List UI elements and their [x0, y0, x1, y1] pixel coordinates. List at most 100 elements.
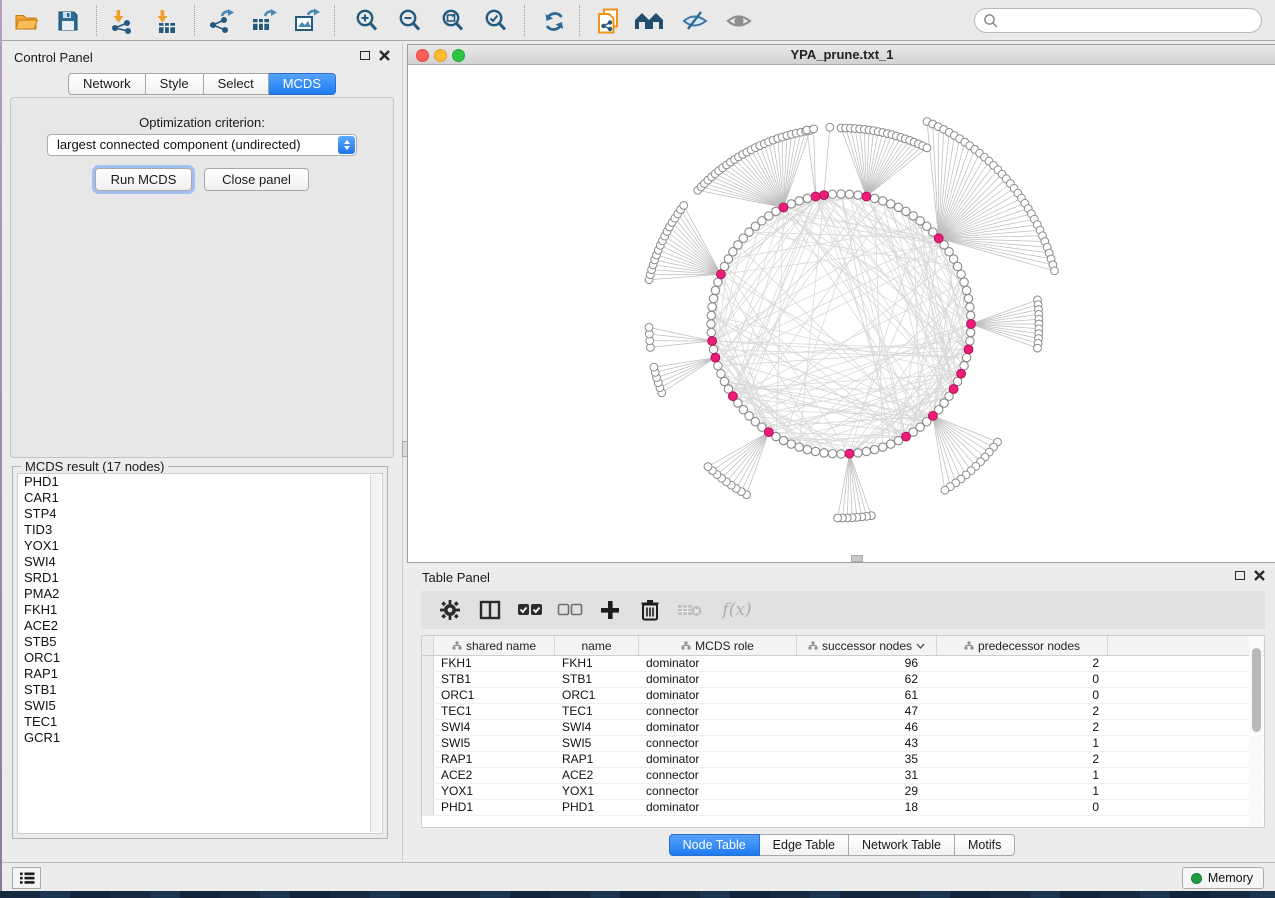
tab-network-table[interactable]: Network Table: [849, 834, 955, 856]
column-header-name[interactable]: name: [555, 636, 639, 655]
export-image-icon[interactable]: [292, 6, 322, 36]
table-scrollbar-thumb[interactable]: [1252, 648, 1261, 732]
result-node[interactable]: RAP1: [18, 666, 382, 682]
import-network-icon[interactable]: [107, 6, 137, 36]
tab-style[interactable]: Style: [146, 73, 204, 95]
table-row[interactable]: SWI5SWI5connector431: [422, 736, 1264, 752]
zoom-selected-icon[interactable]: [481, 6, 511, 36]
table-row[interactable]: SWI4SWI4dominator462: [422, 720, 1264, 736]
tab-select[interactable]: Select: [204, 73, 269, 95]
result-node[interactable]: TID3: [18, 522, 382, 538]
result-node[interactable]: ORC1: [18, 650, 382, 666]
tab-motifs[interactable]: Motifs: [955, 834, 1015, 856]
table-row[interactable]: FKH1FKH1dominator962: [422, 656, 1264, 672]
desktop-edge-bottom: [0, 891, 1275, 898]
table-row[interactable]: STB1STB1dominator620: [422, 672, 1264, 688]
row-header-gutter: [422, 636, 434, 655]
table-row[interactable]: TEC1TEC1connector472: [422, 704, 1264, 720]
network-title: YPA_prune.txt_1: [408, 47, 1275, 62]
show-columns-icon[interactable]: [475, 596, 505, 624]
network-window-titlebar[interactable]: YPA_prune.txt_1: [408, 45, 1275, 65]
table-row[interactable]: ORC1ORC1dominator610: [422, 688, 1264, 704]
cell-successor-nodes: 29: [797, 784, 937, 799]
table-row[interactable]: RAP1RAP1dominator352: [422, 752, 1264, 768]
result-node[interactable]: SWI4: [18, 554, 382, 570]
cell-name: FKH1: [555, 656, 639, 671]
export-table-icon[interactable]: [249, 6, 279, 36]
tab-node-table[interactable]: Node Table: [669, 834, 760, 856]
cell-shared-name: FKH1: [434, 656, 555, 671]
control-panel: Control Panel NetworkStyleSelectMCDS Opt…: [2, 42, 402, 862]
clone-network-icon[interactable]: [594, 6, 624, 36]
result-node[interactable]: STB5: [18, 634, 382, 650]
network-scroll-handle[interactable]: [851, 555, 863, 562]
export-network-icon[interactable]: [206, 6, 236, 36]
import-table-icon[interactable]: [151, 6, 181, 36]
cell-MCDS-role: dominator: [639, 752, 797, 767]
tab-network[interactable]: Network: [68, 73, 146, 95]
result-node[interactable]: FKH1: [18, 602, 382, 618]
function-builder-icon[interactable]: f(x): [715, 596, 759, 624]
first-neighbors-icon[interactable]: [633, 6, 663, 36]
result-node[interactable]: ACE2: [18, 618, 382, 634]
result-node[interactable]: SRD1: [18, 570, 382, 586]
cell-shared-name: ORC1: [434, 688, 555, 703]
result-node[interactable]: SWI5: [18, 698, 382, 714]
table-header-row: shared namenameMCDS rolesuccessor nodesp…: [422, 636, 1264, 656]
table-row[interactable]: YOX1YOX1connector291: [422, 784, 1264, 800]
column-header-successor-nodes[interactable]: successor nodes: [797, 636, 937, 655]
cell-successor-nodes: 35: [797, 752, 937, 767]
result-node[interactable]: PHD1: [18, 474, 382, 490]
column-header-MCDS-role[interactable]: MCDS role: [639, 636, 797, 655]
save-icon[interactable]: [53, 6, 83, 36]
zoom-in-icon[interactable]: [352, 6, 382, 36]
toolbar-separator: [334, 5, 335, 36]
select-all-icon[interactable]: [515, 596, 545, 624]
result-node[interactable]: STP4: [18, 506, 382, 522]
criterion-dropdown[interactable]: largest connected component (undirected): [47, 134, 357, 156]
delete-table-icon[interactable]: [675, 596, 705, 624]
delete-icon[interactable]: [635, 596, 665, 624]
result-list-scrollbar[interactable]: [370, 475, 381, 832]
hide-selected-icon[interactable]: [680, 6, 710, 36]
result-node[interactable]: TEC1: [18, 714, 382, 730]
settings-gear-icon[interactable]: [435, 596, 465, 624]
show-all-icon[interactable]: [724, 6, 754, 36]
add-column-icon[interactable]: [595, 596, 625, 624]
result-node[interactable]: STB1: [18, 682, 382, 698]
run-mcds-button[interactable]: Run MCDS: [95, 168, 192, 191]
cell-shared-name: STB1: [434, 672, 555, 687]
zoom-out-icon[interactable]: [395, 6, 425, 36]
search-field[interactable]: [974, 8, 1262, 33]
refresh-icon[interactable]: [539, 6, 569, 36]
memory-button[interactable]: Memory: [1182, 867, 1264, 889]
column-header-predecessor-nodes[interactable]: predecessor nodes: [937, 636, 1108, 655]
search-input[interactable]: [999, 11, 1261, 31]
table-row[interactable]: ACE2ACE2connector311: [422, 768, 1264, 784]
close-panel-icon[interactable]: [379, 50, 390, 61]
cell-shared-name: YOX1: [434, 784, 555, 799]
tab-edge-table[interactable]: Edge Table: [760, 834, 849, 856]
zoom-fit-icon[interactable]: [438, 6, 468, 36]
cell-MCDS-role: dominator: [639, 720, 797, 735]
float-panel-icon[interactable]: [360, 51, 370, 60]
result-node[interactable]: CAR1: [18, 490, 382, 506]
network-canvas[interactable]: [408, 66, 1275, 562]
row-gutter: [422, 784, 434, 799]
mcds-result-list[interactable]: PHD1CAR1STP4TID3YOX1SWI4SRD1PMA2FKH1ACE2…: [17, 473, 383, 834]
tab-mcds[interactable]: MCDS: [269, 73, 336, 95]
deselect-all-icon[interactable]: [555, 596, 585, 624]
open-icon[interactable]: [12, 6, 42, 36]
close-panel-button[interactable]: Close panel: [204, 168, 309, 191]
column-header-shared-name[interactable]: shared name: [434, 636, 555, 655]
cell-name: TEC1: [555, 704, 639, 719]
table-row[interactable]: PHD1PHD1dominator180: [422, 800, 1264, 816]
result-node[interactable]: PMA2: [18, 586, 382, 602]
table-scrollbar[interactable]: [1249, 637, 1263, 826]
close-panel-icon[interactable]: [1254, 570, 1265, 581]
node-table[interactable]: shared namenameMCDS rolesuccessor nodesp…: [421, 635, 1265, 828]
result-node[interactable]: YOX1: [18, 538, 382, 554]
float-panel-icon[interactable]: [1235, 571, 1245, 580]
result-node[interactable]: GCR1: [18, 730, 382, 746]
status-menu-button[interactable]: [12, 867, 41, 889]
